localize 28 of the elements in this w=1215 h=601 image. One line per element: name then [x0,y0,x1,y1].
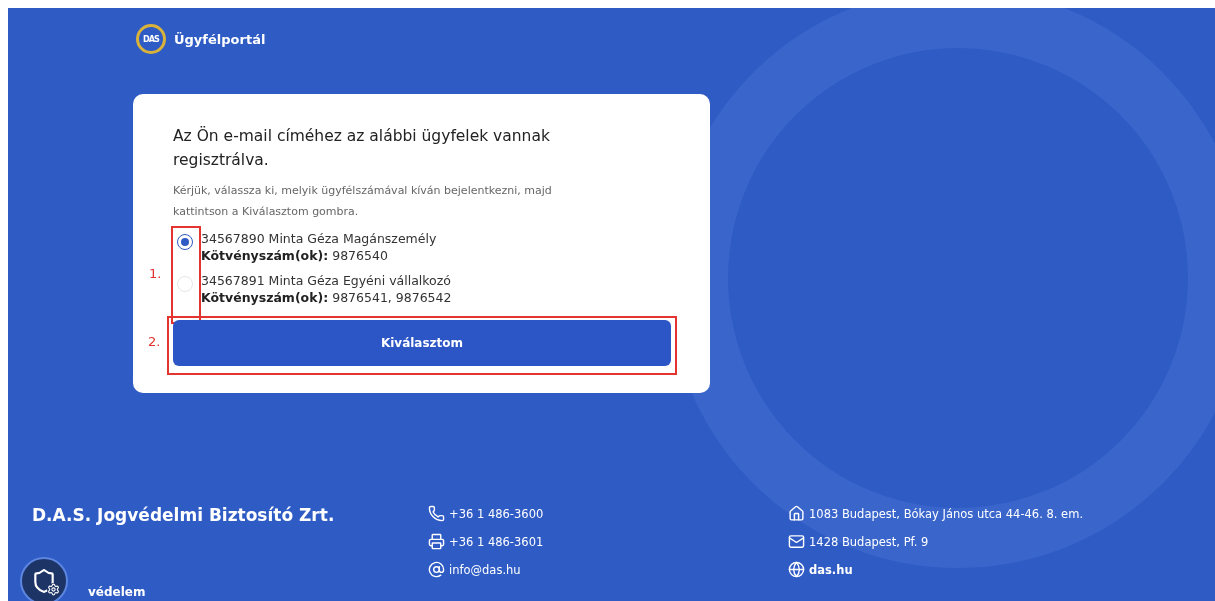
phone-icon [428,505,445,522]
policy-numbers: Kötvényszám(ok): 9876540 [201,247,389,264]
annotation-number: 1. [149,266,162,281]
printer-icon [428,533,445,550]
tagline: védelem [87,585,147,599]
accessibility-button[interactable] [20,557,68,601]
company-name: D.A.S. Jogvédelmi Biztosító Zrt. [32,505,336,525]
portal-title: Ügyfélportál [174,31,266,47]
policy-numbers: Kötvényszám(ok): 9876541, 9876542 [201,289,452,306]
card-heading: Az Ön e-mail címéhez az alábbi ügyfelek vannak regisztrálva. [173,125,551,171]
instructions-text: Kérjük, válassza ki, melyik ügyfélszámával kíván bejelentkezni, majd kattintson a Kiválasztom gombra. [173,183,553,220]
client-name: 34567891 Minta Géza Egyéni vállalkozó [201,272,452,289]
globe-icon [788,561,805,578]
annotation-number: 2. [148,334,161,349]
house-icon [788,505,805,522]
contact-text: +36 1 486-3601 [449,534,544,549]
client-name: 34567890 Minta Géza Magánszemély [201,230,437,247]
logo: DAS [136,24,166,54]
contact-text: +36 1 486-3600 [449,506,544,521]
website-link[interactable]: das.hu [809,562,853,577]
shield-gear-icon [31,568,57,594]
radio-button[interactable] [177,234,193,250]
contact-text: 1083 Budapest, Bókay János utca 44-46. 8. em. [809,506,1084,521]
at-sign-icon [428,561,445,578]
contact-text: info@das.hu [449,562,521,577]
contact-text: 1428 Budapest, Pf. 9 [809,534,929,549]
envelope-icon [788,533,805,550]
select-button[interactable]: Kiválasztom [173,320,671,366]
